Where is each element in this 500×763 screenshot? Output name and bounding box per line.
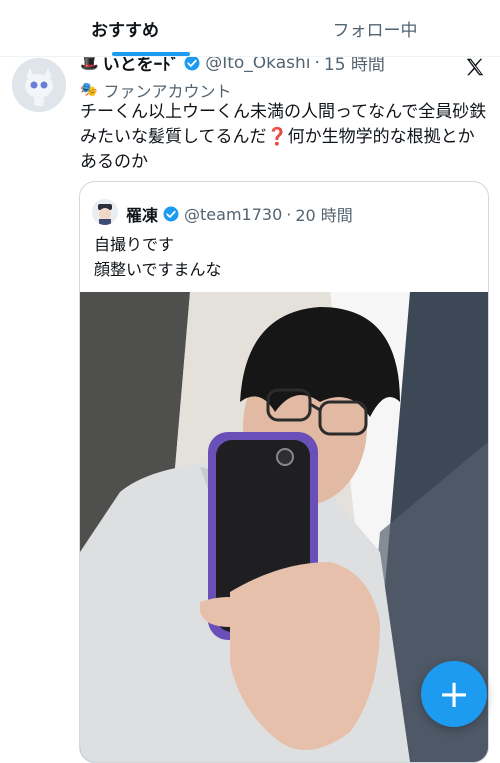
verified-badge-icon (163, 206, 179, 222)
fan-account-label: ファンアカウント (103, 82, 232, 101)
avatar[interactable] (12, 58, 66, 112)
tab-recommended[interactable]: おすすめ (0, 0, 250, 56)
separator: · (286, 204, 292, 224)
tweet-text: チーくん以上ウーくん未満の人間ってなんで全員砂鉄みたいな髪質してるんだ❓何か生物… (80, 100, 490, 175)
quote-author-name[interactable]: 罹凍 (126, 202, 158, 226)
question-mark: ❓ (266, 127, 288, 147)
quote-time[interactable]: 20 時間 (295, 202, 352, 226)
quote-avatar[interactable] (92, 199, 118, 225)
theater-mask-icon: 🎭 (80, 82, 98, 98)
fan-account-badge: 🎭 ファンアカウント (80, 78, 231, 102)
quote-handle[interactable]: @team1730 (184, 205, 282, 224)
active-tab-indicator (112, 52, 190, 56)
timeline-tabs: おすすめ フォロー中 (0, 0, 500, 57)
quote-header: 罹凍 @team1730 · 20 時間 (126, 202, 353, 226)
compose-button[interactable]: + (421, 661, 487, 727)
quote-text-line1: 自撮りです (94, 235, 175, 254)
tab-following[interactable]: フォロー中 (250, 0, 500, 56)
quote-text-line2: 顔整いですまんな (94, 260, 222, 279)
quote-text: 自撮りです 顔整いですまんな (94, 232, 474, 282)
tab-recommended-label: おすすめ (91, 20, 159, 41)
x-logo-icon[interactable] (464, 56, 486, 78)
tab-following-label: フォロー中 (332, 20, 418, 41)
compose-plus-icon: + (438, 672, 470, 716)
